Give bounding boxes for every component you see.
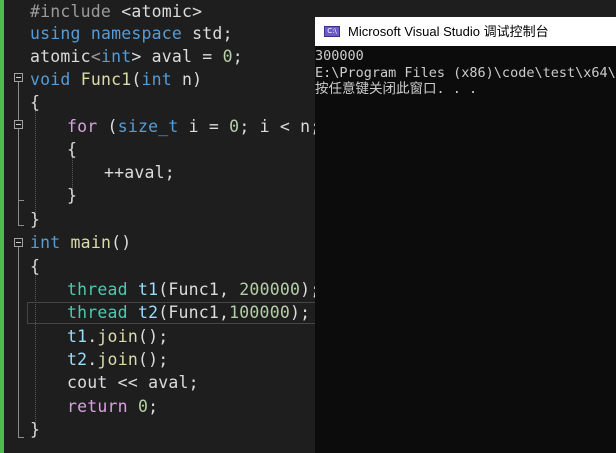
code-line-14[interactable]: thread t2(Func1,100000); (67, 301, 310, 324)
fold-end-main (18, 437, 24, 438)
change-indicator-bar (0, 0, 4, 453)
code-text: . (87, 350, 98, 369)
function-name-token: join (97, 350, 138, 369)
code-text: n) (171, 70, 203, 89)
code-text: . (87, 327, 98, 346)
keyword-token: int (141, 70, 172, 89)
debug-console-window[interactable]: C:\ Microsoft Visual Studio 调试控制台 300000… (315, 17, 616, 453)
indent-guide (35, 110, 36, 216)
code-line-12[interactable]: { (30, 255, 40, 278)
code-text: std; (182, 24, 233, 43)
code-line-16[interactable]: t2.join(); (67, 348, 168, 371)
number-token: 100000 (229, 303, 290, 322)
code-text: atomic (30, 47, 91, 66)
number-token: 0 (222, 47, 233, 66)
code-line-9[interactable]: } (67, 184, 77, 207)
control-keyword-token: return (67, 397, 128, 416)
brace-token: } (67, 186, 78, 205)
brace-token: } (30, 420, 41, 439)
code-text: < (90, 47, 101, 66)
keyword-token: using (30, 24, 81, 43)
keyword-token: void (30, 70, 71, 89)
code-text: (); (137, 350, 169, 369)
code-line-8[interactable]: ++aval; (104, 161, 175, 184)
variable-token: t1 (67, 327, 88, 346)
code-text: (Func1, (158, 303, 230, 322)
include-target: <atomic> (121, 2, 203, 21)
variable-token: t1 (137, 280, 159, 299)
code-text: i = (178, 117, 230, 136)
code-text: (); (137, 327, 169, 346)
code-line-19[interactable]: } (30, 418, 40, 441)
fold-for-icon[interactable] (14, 120, 23, 129)
code-text: ( (97, 117, 118, 136)
function-name-token: join (97, 327, 138, 346)
variable-token: t2 (67, 350, 88, 369)
code-text: ; (232, 47, 243, 66)
number-token: 0 (137, 397, 149, 416)
console-app-icon: C:\ (324, 26, 340, 37)
number-token: 0 (229, 117, 240, 136)
code-text: ++aval; (104, 163, 175, 182)
fold-end-func1 (18, 225, 24, 226)
function-name-token: Func1 (80, 70, 132, 89)
fold-line-for (18, 129, 19, 200)
console-title: Microsoft Visual Studio 调试控制台 (348, 24, 549, 39)
fold-end-for (18, 200, 24, 201)
keyword-token: int (30, 233, 61, 252)
type-token: thread (67, 303, 138, 322)
console-output[interactable]: 300000 E:\Program Files (x86)\code\test\… (315, 46, 616, 453)
console-output-line: 300000 (315, 48, 364, 64)
number-token: 200000 (239, 280, 301, 299)
code-text: ; (148, 397, 159, 416)
fold-main-icon[interactable] (14, 238, 23, 247)
code-line-11[interactable]: int main() (30, 231, 131, 254)
code-text: cout << aval; (67, 373, 199, 392)
code-line-15[interactable]: t1.join(); (67, 325, 168, 348)
brace-token: } (30, 210, 41, 229)
code-line-17[interactable]: cout << aval; (67, 371, 199, 394)
variable-token: t2 (137, 303, 159, 322)
brace-token: { (30, 93, 41, 112)
code-line-10[interactable]: } (30, 208, 40, 231)
code-text: () (111, 233, 132, 252)
keyword-token: int (100, 47, 132, 66)
preprocessor-token: #include (30, 2, 122, 21)
code-line-18[interactable]: return 0; (67, 395, 158, 418)
code-line-4[interactable]: void Func1(int n) (30, 68, 202, 91)
fold-func1-icon[interactable] (14, 73, 23, 82)
brace-token: { (67, 140, 78, 159)
console-output-line: E:\Program Files (x86)\code\test\x64\D (315, 65, 616, 81)
code-text: ( (131, 70, 142, 89)
code-line-2[interactable]: using namespace std; (30, 22, 233, 45)
code-text: > aval = (131, 47, 223, 66)
keyword-token: namespace (90, 24, 183, 43)
code-line-6[interactable]: for (size_t i = 0; i < n; + (67, 115, 341, 138)
brace-token: { (30, 257, 41, 276)
indent-guide (35, 274, 36, 429)
code-line-3[interactable]: atomic<int> aval = 0; (30, 45, 243, 68)
function-name-token: main (70, 233, 112, 252)
console-title-bar[interactable]: C:\ Microsoft Visual Studio 调试控制台 (315, 17, 616, 46)
type-token: thread (67, 280, 138, 299)
keyword-token: size_t (117, 117, 179, 136)
control-keyword-token: for (67, 117, 98, 136)
code-line-1[interactable]: #include <atomic> (30, 0, 202, 23)
code-line-13[interactable]: thread t1(Func1, 200000); (67, 278, 320, 301)
console-output-line: 按任意键关闭此窗口. . . (315, 81, 478, 97)
code-line-7[interactable]: { (67, 138, 77, 161)
code-text: (Func1, (158, 280, 240, 299)
code-text: ); (289, 303, 311, 322)
fold-line-main (18, 247, 19, 437)
code-line-5[interactable]: { (30, 91, 40, 114)
